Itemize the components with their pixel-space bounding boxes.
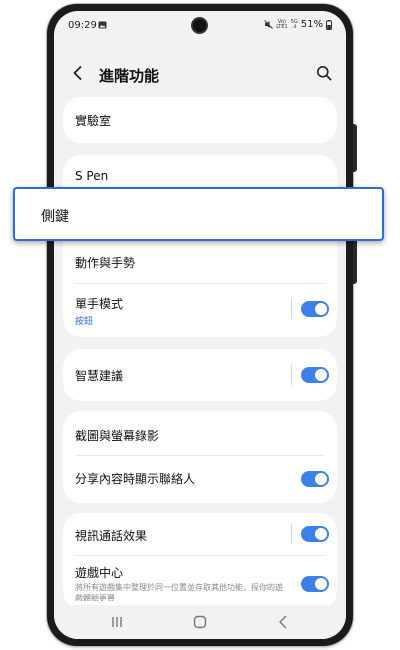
mute-icon [264, 20, 274, 29]
card-lab: 實驗室 [63, 97, 337, 143]
one-hand-label: 單手模式 [75, 297, 124, 311]
volte-indicator: Vo) LTE1 [276, 18, 288, 30]
video-effects-label: 視訊通話效果 [75, 529, 148, 543]
search-icon[interactable] [316, 65, 332, 81]
page-title: 進階功能 [99, 67, 160, 85]
motions-label: 動作與手勢 [75, 256, 136, 270]
card-device-features: S Pen 動作與手勢 單手模式 按鈕 [63, 155, 337, 337]
spen-label: S Pen [75, 169, 109, 183]
screenshot-label: 截圖與螢幕錄影 [75, 429, 160, 443]
recent-apps-icon[interactable] [109, 614, 125, 630]
list-item-screenshot[interactable]: 截圖與螢幕錄影 [63, 411, 337, 455]
list-item-smart-suggest[interactable]: 智慧建議 [63, 349, 337, 401]
back-chevron-icon[interactable] [70, 65, 86, 81]
network-indicator: 5G .ıl [290, 18, 298, 30]
list-item-share-contacts[interactable]: 分享內容時顯示聯絡人 [63, 456, 337, 503]
battery-icon [326, 19, 332, 30]
card-media: 視訊通話效果 遊戲中心 將所有遊戲集中整理於同一位置並存取其他功能，探你的遊戲體… [63, 513, 337, 609]
card-smart-suggest: 智慧建議 [63, 349, 337, 401]
game-center-label: 遊戲中心 [75, 566, 124, 580]
video-effects-toggle[interactable] [301, 526, 329, 542]
app-header: 進階功能 [54, 55, 346, 91]
list-item-lab[interactable]: 實驗室 [63, 97, 337, 143]
list-item-game-center[interactable]: 遊戲中心 將所有遊戲集中整理於同一位置並存取其他功能，探你的遊戲體驗更豐 [63, 556, 337, 609]
front-camera [193, 19, 206, 32]
vertical-separator [291, 365, 292, 385]
status-right-group: Vo) LTE1 5G .ıl 51% [264, 19, 332, 30]
share-contacts-toggle[interactable] [301, 471, 329, 487]
smart-suggest-toggle[interactable] [301, 367, 329, 383]
game-center-description: 將所有遊戲集中整理於同一位置並存取其他功能，探你的遊戲體驗更豐 [75, 583, 283, 601]
vertical-separator [291, 299, 292, 319]
phone-side-button [353, 124, 357, 172]
smart-suggest-label: 智慧建議 [75, 369, 124, 383]
one-hand-toggle[interactable] [301, 301, 329, 317]
share-contacts-label: 分享內容時顯示聯絡人 [75, 472, 196, 486]
status-bar: 09:29 Vo) LTE1 5G .ıl 51% [54, 11, 346, 37]
home-icon[interactable] [192, 614, 208, 630]
phone-frame: 09:29 Vo) LTE1 5G .ıl 51% 進階功能 實驗室 S Pen… [47, 4, 357, 646]
battery-percent: 51% [300, 19, 323, 30]
list-item-video-effects[interactable]: 視訊通話效果 [63, 513, 337, 555]
back-nav-icon[interactable] [275, 614, 291, 630]
one-hand-sublabel: 按鈕 [75, 317, 94, 327]
gallery-notification-icon [98, 21, 107, 29]
list-item-motions[interactable]: 動作與手勢 [63, 243, 337, 283]
list-item-one-hand[interactable]: 單手模式 按鈕 [63, 284, 337, 337]
status-time: 09:29 [68, 20, 97, 31]
highlight-callout-side-key[interactable]: 側鍵 [13, 187, 384, 241]
phone-screen: 09:29 Vo) LTE1 5G .ıl 51% 進階功能 實驗室 S Pen… [54, 11, 346, 639]
navigation-bar [54, 605, 346, 639]
vertical-separator [291, 524, 292, 544]
game-center-toggle[interactable] [301, 576, 329, 592]
lab-label: 實驗室 [75, 114, 112, 128]
side-key-label: 側鍵 [41, 209, 69, 225]
card-screenshots: 截圖與螢幕錄影 分享內容時顯示聯絡人 [63, 411, 337, 503]
